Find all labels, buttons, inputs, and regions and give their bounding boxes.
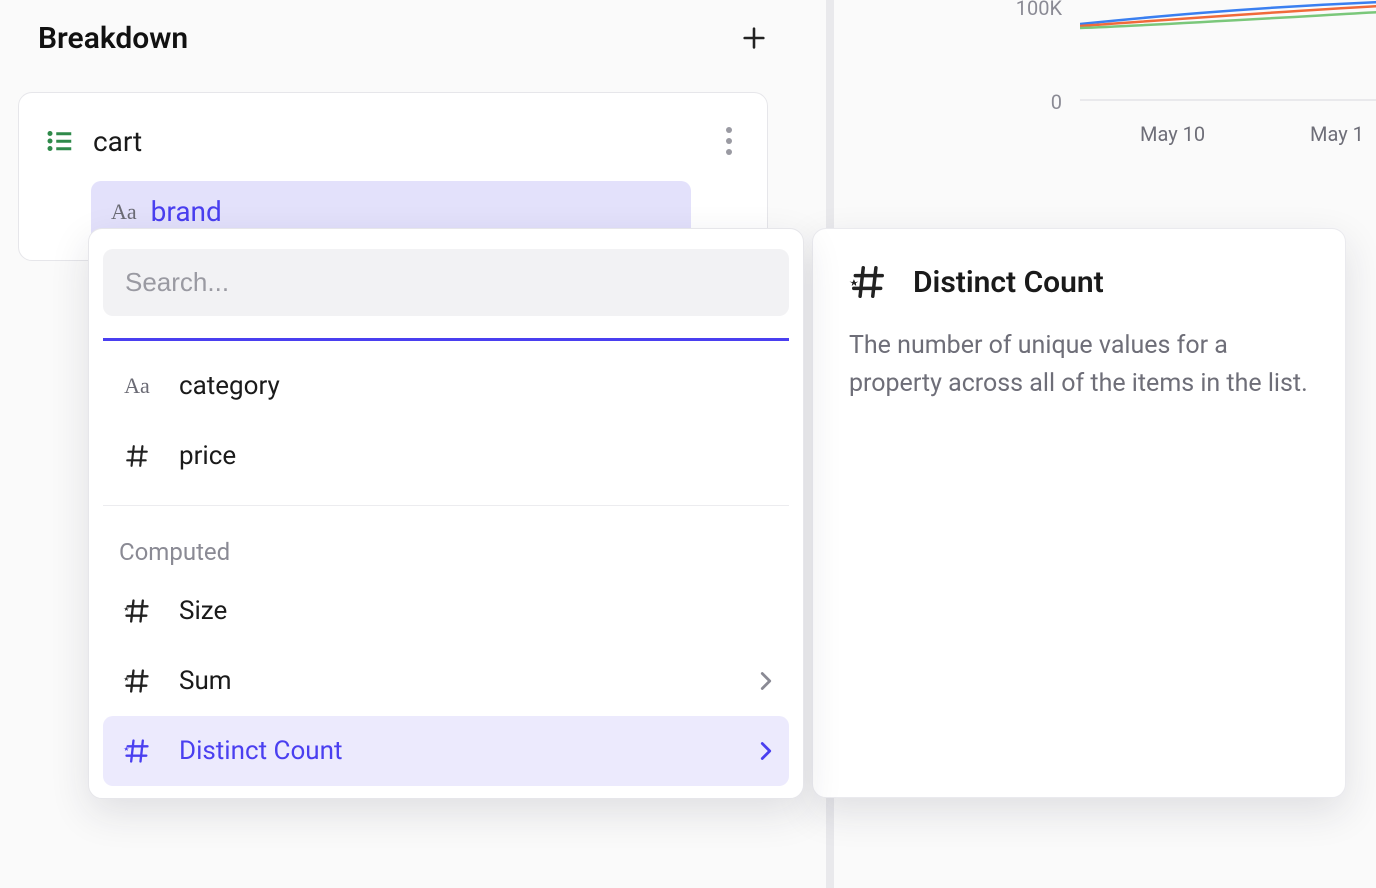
- computed-option-distinct-count[interactable]: Distinct Count: [103, 716, 789, 786]
- chevron-right-icon: [759, 741, 773, 761]
- breakdown-subfield-label: brand: [151, 195, 222, 228]
- property-option-label: price: [179, 441, 773, 471]
- computed-option-label: Distinct Count: [179, 736, 735, 766]
- accent-divider: [103, 338, 789, 341]
- chart-lines: [1080, 0, 1376, 116]
- x-tick-label: May 10: [1140, 122, 1205, 146]
- tooltip-panel: Distinct Count The number of unique valu…: [812, 228, 1346, 798]
- hash-star-icon: [119, 667, 155, 695]
- text-type-icon: Aa: [124, 373, 150, 399]
- search-input[interactable]: [103, 249, 789, 316]
- text-type-icon: Aa: [111, 199, 137, 225]
- list-icon: [45, 126, 75, 156]
- tooltip-description: The number of unique values for a proper…: [849, 327, 1309, 402]
- plus-icon: [740, 24, 768, 52]
- property-option-label: category: [179, 371, 773, 401]
- hash-star-icon: [849, 263, 887, 301]
- breakdown-field-name: cart: [93, 125, 699, 158]
- computed-option-sum[interactable]: Sum: [103, 646, 789, 716]
- property-option-price[interactable]: price: [103, 421, 789, 491]
- hash-star-icon: [119, 597, 155, 625]
- property-dropdown: Aa category price Computed Size Sum: [88, 228, 804, 799]
- breakdown-field-row[interactable]: cart: [41, 111, 745, 171]
- x-tick-label: May 1: [1310, 122, 1364, 146]
- y-tick-label: 100K: [1002, 0, 1062, 20]
- computed-section-label: Computed: [103, 520, 789, 576]
- property-option-category[interactable]: Aa category: [103, 351, 789, 421]
- breakdown-title: Breakdown: [38, 21, 188, 56]
- section-divider: [103, 505, 789, 506]
- breakdown-kebab-menu[interactable]: [717, 119, 741, 163]
- breakdown-header: Breakdown: [38, 20, 778, 56]
- hash-star-icon: [119, 737, 155, 765]
- computed-option-size[interactable]: Size: [103, 576, 789, 646]
- chart-preview: 100K 0 May 10 May 1: [1000, 0, 1376, 156]
- computed-option-label: Size: [179, 596, 773, 626]
- chevron-right-icon: [759, 671, 773, 691]
- tooltip-title: Distinct Count: [913, 265, 1104, 300]
- y-tick-label: 0: [1002, 90, 1062, 114]
- add-breakdown-button[interactable]: [730, 20, 778, 56]
- computed-option-label: Sum: [179, 666, 735, 696]
- number-type-icon: [119, 443, 155, 469]
